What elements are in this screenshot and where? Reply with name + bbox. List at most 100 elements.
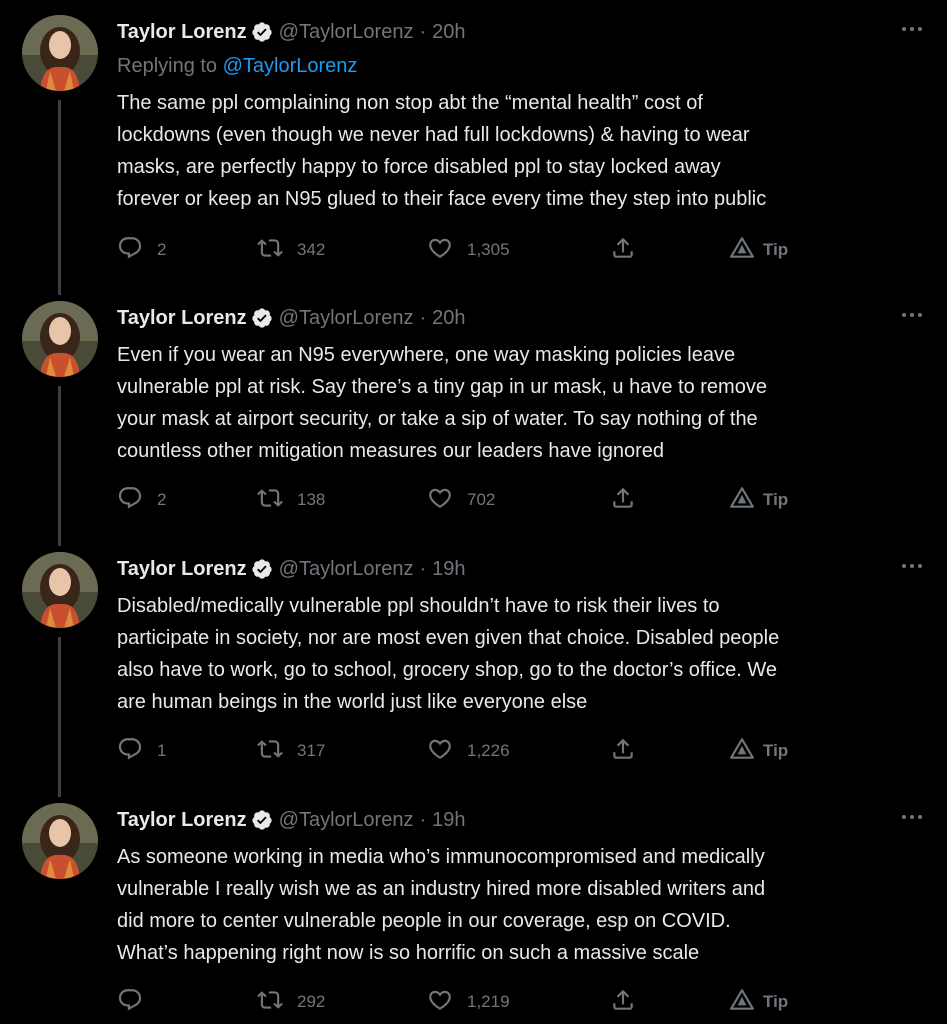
tweet-header: Taylor Lorenz @TaylorLorenz · 20h (117, 304, 466, 332)
tip-button[interactable]: Tip (729, 736, 788, 766)
tip-button[interactable]: Tip (729, 987, 788, 1017)
tweet-actions: 292 1,219 Tip (117, 987, 817, 1017)
more-options-icon[interactable] (899, 809, 925, 825)
tweet-text-line: also have to work, go to school, grocery… (117, 659, 777, 681)
tweet-text-line: vulnerable ppl at risk. Say there’s a ti… (117, 376, 767, 398)
share-button[interactable] (610, 736, 636, 766)
more-options-icon[interactable] (899, 21, 925, 37)
reply-button[interactable] (117, 987, 157, 1017)
reply-icon (117, 485, 143, 516)
reply-icon (117, 736, 143, 767)
like-count: 1,226 (467, 741, 510, 760)
retweet-icon (257, 736, 283, 767)
avatar[interactable] (22, 552, 98, 628)
replying-label: Replying to (117, 55, 218, 77)
more-options-icon[interactable] (899, 307, 925, 323)
tip-label: Tip (763, 490, 789, 509)
avatar[interactable] (22, 15, 98, 91)
like-button[interactable]: 1,219 (427, 987, 510, 1017)
author-handle[interactable]: @TaylorLorenz (279, 21, 414, 44)
tweet-text-line: participate in society, nor are most eve… (117, 627, 780, 649)
like-count: 1,219 (467, 992, 510, 1011)
like-button[interactable]: 1,305 (427, 235, 510, 265)
like-count: 1,305 (467, 240, 510, 259)
retweet-button[interactable]: 138 (257, 485, 325, 515)
tweet-text-line: Disabled/medically vulnerable ppl should… (117, 595, 720, 617)
reply-count: 2 (157, 490, 167, 509)
like-icon (427, 736, 453, 767)
author-name[interactable]: Taylor Lorenz (117, 809, 247, 832)
tweet-text: Disabled/medically vulnerable ppl should… (117, 590, 917, 718)
reply-button[interactable]: 2 (117, 235, 166, 265)
tip-label: Tip (763, 741, 789, 760)
retweet-button[interactable]: 292 (257, 987, 325, 1017)
avatar[interactable] (22, 301, 98, 377)
retweet-button[interactable]: 317 (257, 736, 325, 766)
retweet-count: 292 (297, 992, 326, 1011)
tweet-text-line: did more to center vulnerable people in … (117, 910, 731, 932)
separator-dot: · (419, 557, 427, 580)
tweet-text-line: masks, are perfectly happy to force disa… (117, 156, 721, 178)
author-handle[interactable]: @TaylorLorenz (279, 558, 414, 581)
tweet-text: Even if you wear an N95 everywhere, one … (117, 339, 917, 467)
retweet-icon (257, 235, 283, 266)
tip-label: Tip (763, 992, 789, 1011)
tweet-actions: 2 138 702 Tip (117, 485, 817, 515)
reply-button[interactable]: 1 (117, 736, 166, 766)
retweet-count: 138 (297, 490, 326, 509)
tweet-text: As someone working in media who’s immuno… (117, 841, 917, 969)
like-button[interactable]: 702 (427, 485, 495, 515)
tweet-text-line: As someone working in media who’s immuno… (117, 846, 765, 868)
reply-button[interactable]: 2 (117, 485, 166, 515)
tip-icon (729, 987, 755, 1018)
retweet-icon (257, 485, 283, 516)
author-handle[interactable]: @TaylorLorenz (279, 307, 414, 330)
retweet-button[interactable]: 342 (257, 235, 325, 265)
author-name[interactable]: Taylor Lorenz (117, 558, 247, 581)
share-button[interactable] (610, 987, 636, 1017)
author-name[interactable]: Taylor Lorenz (117, 21, 247, 44)
author-name[interactable]: Taylor Lorenz (117, 307, 247, 330)
more-options-icon[interactable] (899, 558, 925, 574)
tip-button[interactable]: Tip (729, 485, 788, 515)
timestamp[interactable]: 19h (432, 809, 465, 832)
reply-icon (117, 235, 143, 266)
timestamp[interactable]: 20h (432, 307, 465, 330)
tip-label: Tip (763, 240, 789, 259)
author-handle[interactable]: @TaylorLorenz (279, 809, 414, 832)
tweet-text-line: forever or keep an N95 glued to their fa… (117, 188, 767, 210)
timestamp[interactable]: 19h (432, 558, 465, 581)
share-button[interactable] (610, 235, 636, 265)
timestamp[interactable]: 20h (432, 21, 465, 44)
like-icon (427, 485, 453, 516)
verified-badge-icon (251, 558, 273, 580)
tweet-header: Taylor Lorenz @TaylorLorenz · 19h (117, 806, 466, 834)
verified-badge-icon (251, 307, 273, 329)
share-icon (610, 485, 636, 516)
tweet-text-line: vulnerable I really wish we as an indust… (117, 878, 766, 900)
verified-badge-icon (251, 809, 273, 831)
tip-icon (729, 485, 755, 516)
verified-badge-icon (251, 21, 273, 43)
tweet-text-line: your mask at airport security, or take a… (117, 408, 758, 430)
like-icon (427, 987, 453, 1018)
tweet[interactable]: Taylor Lorenz @TaylorLorenz · 19h As som… (0, 803, 947, 1024)
tweet[interactable]: Taylor Lorenz @TaylorLorenz · 20h Even i… (0, 301, 947, 536)
separator-dot: · (419, 808, 427, 831)
tweet[interactable]: Taylor Lorenz @TaylorLorenz · 20h Replyi… (0, 15, 947, 285)
like-button[interactable]: 1,226 (427, 736, 510, 766)
separator-dot: · (419, 20, 427, 43)
reply-count: 1 (157, 741, 167, 760)
tweet-text-line: are human beings in the world just like … (117, 691, 588, 713)
tweet-header: Taylor Lorenz @TaylorLorenz · 19h (117, 555, 466, 583)
share-icon (610, 987, 636, 1018)
share-icon (610, 736, 636, 767)
replying-to-link[interactable]: @TaylorLorenz (223, 55, 358, 77)
share-button[interactable] (610, 485, 636, 515)
reply-count: 2 (157, 240, 167, 259)
tweet[interactable]: Taylor Lorenz @TaylorLorenz · 19h Disabl… (0, 552, 947, 787)
tweet-header: Taylor Lorenz @TaylorLorenz · 20h (117, 18, 466, 46)
tip-button[interactable]: Tip (729, 235, 788, 265)
like-icon (427, 235, 453, 266)
avatar[interactable] (22, 803, 98, 879)
